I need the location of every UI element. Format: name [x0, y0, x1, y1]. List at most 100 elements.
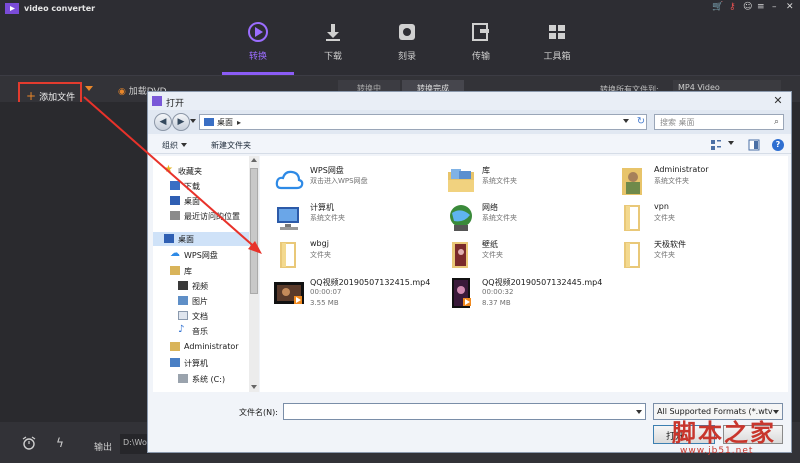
close-app-icon[interactable]: ✕	[786, 2, 794, 12]
tab-download[interactable]: 下载	[303, 18, 363, 70]
address-bar[interactable]: 桌面 ▸	[199, 114, 647, 130]
user-icon[interactable]: ☺	[743, 2, 752, 12]
navigation-scrollbar[interactable]	[249, 156, 259, 392]
navigation-pane: ★ 收藏夹 下载 桌面 最近访问的位置 桌面 ☁ WPS网盘 库 视频 图片 文档 …	[153, 156, 257, 392]
output-path-field[interactable]: D:\Wo	[120, 434, 150, 454]
item-administrator[interactable]: Administrator 系统文件夹	[618, 164, 788, 200]
refresh-icon[interactable]: ↻	[634, 115, 648, 129]
scroll-up-icon[interactable]	[251, 158, 257, 162]
nav-downloads[interactable]: 下载	[153, 179, 253, 193]
item-name: 网络	[482, 203, 498, 212]
item-desc: 双击进入WPS网盘	[310, 177, 368, 185]
convert-icon	[248, 22, 268, 42]
breadcrumb-arrow-icon[interactable]: ▸	[237, 118, 241, 127]
item-size: 8.37 MB	[482, 299, 511, 307]
nav-desktop-fav[interactable]: 桌面	[153, 194, 253, 208]
filename-label: 文件名(N):	[239, 408, 278, 417]
item-video-1[interactable]: QQ视频20190507132415.mp4 00:00:07 3.55 MB	[274, 276, 444, 312]
downloads-icon	[170, 181, 180, 190]
tab-toolbox-label: 工具箱	[543, 52, 571, 62]
item-desc: 系统文件夹	[310, 214, 345, 222]
view-dropdown-icon[interactable]	[725, 139, 734, 148]
item-desc: 系统文件夹	[654, 177, 689, 185]
view-options-icon[interactable]	[710, 139, 722, 151]
nav-library[interactable]: 库	[153, 264, 253, 278]
search-icon: ⌕	[773, 117, 779, 127]
alarm-icon[interactable]	[22, 436, 36, 450]
organize-button[interactable]: 组织	[162, 140, 187, 151]
nav-label: 收藏夹	[178, 167, 202, 176]
address-dropdown-icon[interactable]	[623, 119, 629, 123]
preview-pane-icon[interactable]	[748, 139, 760, 151]
back-icon[interactable]: ◀	[154, 113, 172, 131]
computer-icon	[170, 358, 180, 367]
item-computer[interactable]: 计算机 系统文件夹	[274, 201, 444, 237]
item-name: QQ视频20190507132415.mp4	[310, 278, 431, 287]
nav-pictures[interactable]: 图片	[153, 294, 253, 308]
history-dropdown-icon[interactable]	[190, 119, 196, 123]
item-name: Administrator	[654, 165, 709, 174]
key-icon[interactable]: ⚷	[729, 2, 736, 12]
item-vpn[interactable]: vpn 文件夹	[618, 201, 788, 237]
music-icon: ♪	[178, 324, 185, 335]
address-text: 桌面	[217, 118, 233, 127]
scroll-down-icon[interactable]	[251, 385, 257, 389]
nav-administrator[interactable]: Administrator	[153, 340, 253, 354]
tab-convert-label: 转换	[248, 52, 267, 62]
tab-convert[interactable]: 转换	[228, 18, 288, 70]
nav-video[interactable]: 视频	[153, 279, 253, 293]
item-network[interactable]: 网络 系统文件夹	[446, 201, 616, 237]
item-wbgj[interactable]: wbgj 文件夹	[274, 238, 444, 274]
forward-icon[interactable]: ▶	[172, 113, 190, 131]
nav-recent[interactable]: 最近访问的位置	[153, 209, 253, 223]
nav-drive-c[interactable]: 系统 (C:)	[153, 372, 253, 386]
tab-burn[interactable]: 刻录	[377, 18, 437, 70]
nav-wps-cloud[interactable]: ☁ WPS网盘	[153, 248, 253, 262]
scroll-thumb[interactable]	[250, 168, 258, 294]
video-thumb-icon	[452, 278, 471, 308]
search-input[interactable]: 搜索 桌面 ⌕	[654, 114, 784, 130]
nav-desktop[interactable]: 桌面	[153, 232, 253, 246]
item-duration: 00:00:32	[482, 288, 514, 296]
download-icon	[326, 24, 340, 41]
nav-favorites[interactable]: ★ 收藏夹	[153, 164, 253, 178]
add-file-dropdown-icon[interactable]	[85, 86, 93, 91]
tab-toolbox[interactable]: 工具箱	[527, 18, 587, 70]
item-name: 壁纸	[482, 240, 498, 249]
user-folder-icon	[622, 168, 642, 195]
help-icon[interactable]: ?	[772, 139, 784, 151]
item-wallpaper[interactable]: 壁纸 文件夹	[446, 238, 616, 274]
file-view: WPS网盘 双击进入WPS网盘 库 系统文件夹 Administrator 系统…	[260, 156, 788, 392]
transfer-icon	[472, 23, 489, 41]
item-name: vpn	[654, 202, 669, 211]
cart-icon[interactable]: 🛒	[712, 2, 723, 12]
minimize-icon[interactable]: –	[772, 2, 777, 12]
video-icon	[178, 281, 188, 290]
video-thumb-icon	[274, 282, 304, 304]
view-dropdown-caret	[728, 141, 734, 145]
filename-input[interactable]	[283, 403, 646, 420]
new-folder-button[interactable]: 新建文件夹	[211, 140, 251, 151]
item-video-2[interactable]: QQ视频20190507132445.mp4 00:00:32 8.37 MB	[446, 276, 616, 312]
dvd-icon: ◉	[118, 87, 129, 97]
tab-transfer[interactable]: 传输	[451, 18, 511, 70]
item-name: QQ视频20190507132445.mp4	[482, 278, 603, 287]
nav-label: WPS网盘	[184, 251, 218, 260]
lightning-icon[interactable]: ϟ	[56, 436, 64, 450]
nav-computer[interactable]: 计算机	[153, 356, 253, 370]
recent-icon	[170, 211, 180, 220]
nav-label: 图片	[192, 297, 208, 306]
nav-music[interactable]: ♪ 音乐	[153, 324, 253, 338]
drive-icon	[178, 374, 188, 383]
nav-label: 库	[184, 267, 192, 276]
dialog-close-icon[interactable]: ✕	[769, 94, 787, 108]
item-wps-cloud[interactable]: WPS网盘 双击进入WPS网盘	[274, 164, 444, 200]
filename-dropdown-icon[interactable]	[636, 410, 642, 414]
item-tianji[interactable]: 天极软件 文件夹	[618, 238, 788, 274]
folder-icon	[624, 242, 640, 268]
item-library[interactable]: 库 系统文件夹	[446, 164, 616, 200]
nav-documents[interactable]: 文档	[153, 309, 253, 323]
wallpaper-folder-icon	[452, 242, 468, 268]
menu-icon[interactable]: ≡	[757, 2, 765, 12]
folder-icon	[624, 205, 640, 231]
